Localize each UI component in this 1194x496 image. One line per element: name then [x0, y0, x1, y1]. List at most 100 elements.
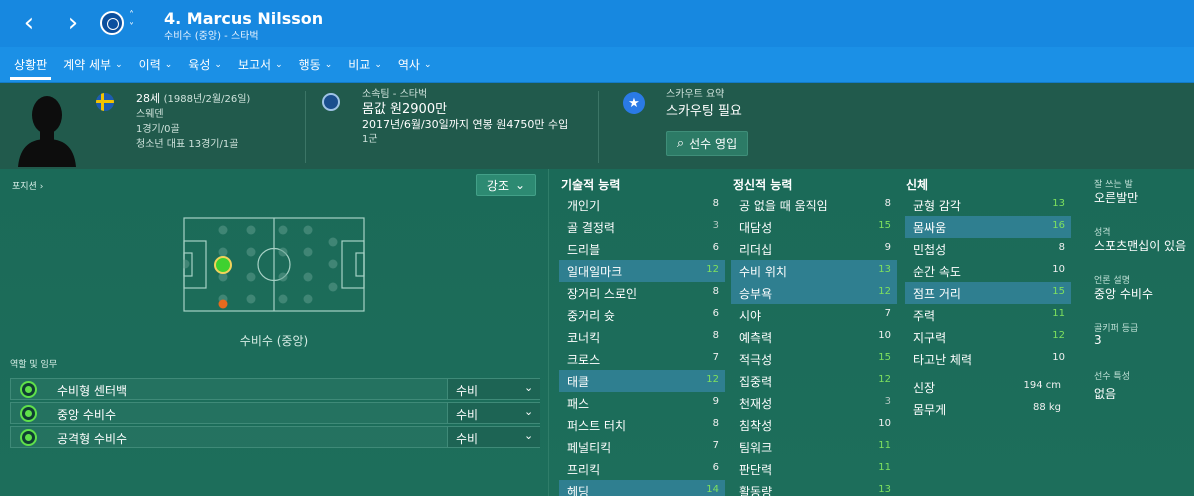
attribute-value: 14: [706, 484, 719, 495]
tab-label: 비교: [348, 58, 371, 72]
attribute-name: 공 없을 때 움직임: [739, 199, 828, 213]
attribute-value: 16: [1052, 220, 1065, 231]
physical-attributes: 균형 감각 13 몸싸움 16 민첩성 8 순간 속도 10 점프 거리 15 주력 11 지구력 12 타…: [905, 194, 1071, 420]
up-down-chevron-icon[interactable]: ˄ ˅: [129, 10, 134, 34]
attribute-name: 수비 위치: [739, 265, 787, 279]
attribute-name: 시야: [739, 309, 762, 323]
tab-label: 이력: [138, 58, 161, 72]
tab-6[interactable]: 비교 ⌄: [340, 47, 390, 83]
attribute-value: 11: [878, 440, 891, 451]
attribute-name: 판단력: [739, 463, 773, 477]
weight-row: 몸무게 88 kg: [905, 398, 1071, 420]
club-crest-icon[interactable]: [100, 11, 124, 35]
duty-select[interactable]: 수비 ⌄: [447, 427, 540, 447]
attribute-row[interactable]: 대담성 15: [731, 216, 897, 238]
role-name: 공격형 수비수: [57, 432, 128, 446]
attribute-name: 적극성: [739, 353, 773, 367]
role-row[interactable]: 공격형 수비수 수비 ⌄: [10, 426, 540, 448]
attribute-row[interactable]: 퍼스트 터치 8: [559, 414, 725, 436]
attribute-row[interactable]: 몸싸움 16: [905, 216, 1071, 238]
tab-label: 보고서: [237, 58, 272, 72]
attribute-row[interactable]: 리더십 9: [731, 238, 897, 260]
attribute-name: 순간 속도: [913, 265, 961, 279]
attribute-name: 활동량: [739, 485, 773, 496]
attribute-row[interactable]: 일대일마크 12: [559, 260, 725, 282]
attribute-name: 대담성: [739, 221, 773, 235]
attribute-name: 예측력: [739, 331, 773, 345]
attribute-row[interactable]: 헤딩 14: [559, 480, 725, 496]
attribute-row[interactable]: 중거리 슛 6: [559, 304, 725, 326]
attribute-row[interactable]: 주력 11: [905, 304, 1071, 326]
attribute-row[interactable]: 패스 9: [559, 392, 725, 414]
attribute-row[interactable]: 판단력 11: [731, 458, 897, 480]
chevron-down-icon: ⌄: [524, 429, 534, 442]
attribute-row[interactable]: 천재성 3: [731, 392, 897, 414]
tab-0[interactable]: 상황판: [6, 47, 55, 83]
tab-4[interactable]: 보고서 ⌄: [230, 47, 291, 83]
tab-3[interactable]: 육성 ⌄: [180, 47, 230, 83]
attribute-row[interactable]: 태클 12: [559, 370, 725, 392]
attribute-name: 몸싸움: [913, 221, 947, 235]
emphasis-dropdown[interactable]: 강조 ⌄: [476, 174, 536, 196]
star-icon: ★: [623, 92, 645, 114]
preferred-foot: 오른발만: [1094, 191, 1139, 205]
attribute-row[interactable]: 승부욕 12: [731, 282, 897, 304]
height-value: 194 cm: [1023, 380, 1061, 391]
attribute-name: 점프 거리: [913, 287, 961, 301]
attribute-row[interactable]: 균형 감각 13: [905, 194, 1071, 216]
tab-5[interactable]: 행동 ⌄: [291, 47, 341, 83]
attribute-row[interactable]: 침착성 10: [731, 414, 897, 436]
forward-arrow-icon[interactable]: ›: [58, 8, 88, 38]
attribute-row[interactable]: 집중력 12: [731, 370, 897, 392]
age: 28세: [136, 92, 161, 105]
attribute-row[interactable]: 시야 7: [731, 304, 897, 326]
duty-value: 수비: [456, 432, 479, 446]
sign-player-label: 선수 영입: [689, 137, 738, 151]
attribute-name: 민첩성: [913, 243, 947, 257]
duty-select[interactable]: 수비 ⌄: [447, 379, 540, 399]
role-icon: [20, 405, 37, 422]
attribute-row[interactable]: 예측력 10: [731, 326, 897, 348]
youth-caps: 청소년 대표 13경기/1골: [136, 139, 239, 150]
club-column: 소속팀 - 스타벅 몸값 원2900만 2017년/6월/30일까지 연봉 원4…: [362, 87, 568, 147]
role-row[interactable]: 중앙 수비수 수비 ⌄: [10, 402, 540, 424]
attribute-row[interactable]: 활동량 13: [731, 480, 897, 496]
attribute-row[interactable]: 점프 거리 15: [905, 282, 1071, 304]
attribute-row[interactable]: 드리블 6: [559, 238, 725, 260]
attribute-value: 6: [712, 308, 719, 319]
attribute-row[interactable]: 팀워크 11: [731, 436, 897, 458]
attribute-row[interactable]: 민첩성 8: [905, 238, 1071, 260]
attribute-row[interactable]: 지구력 12: [905, 326, 1071, 348]
back-arrow-icon[interactable]: ‹: [14, 8, 44, 38]
attribute-row[interactable]: 타고난 체력 10: [905, 348, 1071, 370]
attribute-value: 12: [878, 286, 891, 297]
attribute-row[interactable]: 골 결정력 3: [559, 216, 725, 238]
attribute-value: 12: [878, 374, 891, 385]
position-link[interactable]: 포지션 ›: [12, 179, 43, 192]
sign-player-button[interactable]: ⌕ 선수 영입: [666, 131, 748, 156]
attribute-row[interactable]: 장거리 스로인 8: [559, 282, 725, 304]
tab-label: 행동: [298, 58, 321, 72]
attribute-value: 10: [878, 330, 891, 341]
role-row[interactable]: 수비형 센터백 수비 ⌄: [10, 378, 540, 400]
attribute-name: 침착성: [739, 419, 773, 433]
attribute-name: 천재성: [739, 397, 773, 411]
attribute-row[interactable]: 크로스 7: [559, 348, 725, 370]
attribute-row[interactable]: 개인기 8: [559, 194, 725, 216]
tab-7[interactable]: 역사 ⌄: [390, 47, 440, 83]
attribute-value: 13: [1052, 198, 1065, 209]
tab-1[interactable]: 계약 세부 ⌄: [55, 47, 131, 83]
attribute-row[interactable]: 코너킥 8: [559, 326, 725, 348]
attribute-row[interactable]: 공 없을 때 움직임 8: [731, 194, 897, 216]
attribute-row[interactable]: 순간 속도 10: [905, 260, 1071, 282]
tab-2[interactable]: 이력 ⌄: [131, 47, 181, 83]
position-label: 수비수 (중앙): [239, 334, 309, 348]
player-silhouette-icon: [18, 96, 76, 167]
attribute-name: 리더십: [739, 243, 773, 257]
attribute-row[interactable]: 적극성 15: [731, 348, 897, 370]
duty-select[interactable]: 수비 ⌄: [447, 403, 540, 423]
attribute-row[interactable]: 프리킥 6: [559, 458, 725, 480]
chevron-down-icon: ⌄: [515, 178, 526, 192]
attribute-row[interactable]: 수비 위치 13: [731, 260, 897, 282]
attribute-row[interactable]: 페널티킥 7: [559, 436, 725, 458]
